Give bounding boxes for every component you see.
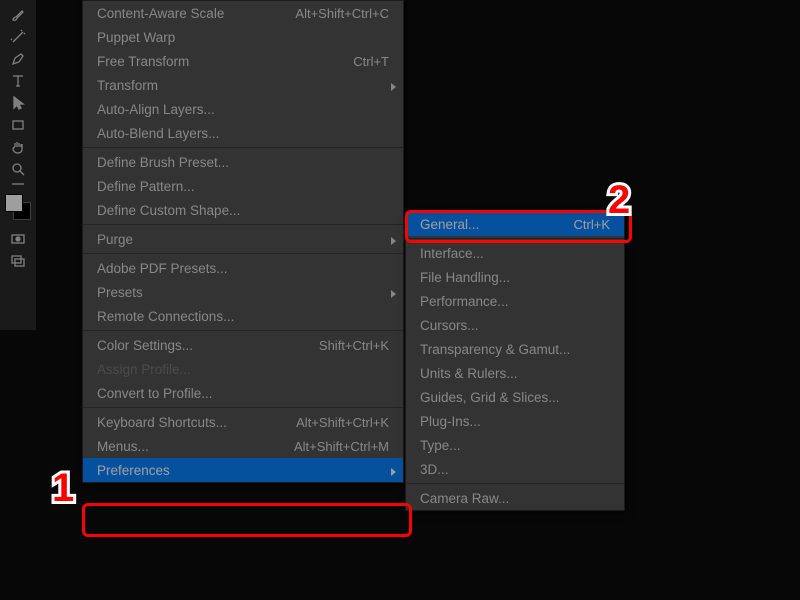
menu-item-label: Auto-Blend Layers... bbox=[97, 126, 219, 141]
divider-icon bbox=[7, 182, 29, 186]
menu-separator bbox=[83, 147, 403, 148]
menu-item-preferences[interactable]: Preferences bbox=[83, 458, 403, 482]
menu-item-label: Type... bbox=[420, 438, 461, 453]
menu-separator bbox=[83, 224, 403, 225]
menu-item-label: Auto-Align Layers... bbox=[97, 102, 215, 117]
menu-item-label: 3D... bbox=[420, 462, 449, 477]
menu-separator bbox=[83, 407, 403, 408]
menu-separator bbox=[406, 238, 624, 239]
preferences-submenu: General... Ctrl+K Interface... File Handlin… bbox=[405, 211, 625, 511]
menu-item-label: Presets bbox=[97, 285, 143, 300]
menu-item-keyboard-shortcuts[interactable]: Keyboard Shortcuts... Alt+Shift+Ctrl+K bbox=[83, 410, 403, 434]
brush-icon[interactable] bbox=[7, 6, 29, 24]
menu-item-define-pattern[interactable]: Define Pattern... bbox=[83, 174, 403, 198]
menu-item-remote-connections[interactable]: Remote Connections... bbox=[83, 304, 403, 328]
menu-item-shortcut: Ctrl+T bbox=[353, 54, 389, 69]
submenu-chevron-icon bbox=[390, 234, 397, 249]
pref-item-transparency-gamut[interactable]: Transparency & Gamut... bbox=[406, 337, 624, 361]
rectangle-icon[interactable] bbox=[7, 116, 29, 134]
pref-item-performance[interactable]: Performance... bbox=[406, 289, 624, 313]
menu-item-shortcut: Alt+Shift+Ctrl+M bbox=[294, 439, 389, 454]
menu-item-label: Content-Aware Scale bbox=[97, 6, 224, 21]
menu-item-define-brush-preset[interactable]: Define Brush Preset... bbox=[83, 150, 403, 174]
pref-item-plug-ins[interactable]: Plug-Ins... bbox=[406, 409, 624, 433]
menu-item-label: Camera Raw... bbox=[420, 491, 509, 506]
menu-item-auto-blend-layers[interactable]: Auto-Blend Layers... bbox=[83, 121, 403, 145]
menu-item-label: Preferences bbox=[97, 463, 170, 478]
menu-item-label: Convert to Profile... bbox=[97, 386, 213, 401]
menu-item-shortcut: Shift+Ctrl+K bbox=[319, 338, 389, 353]
menu-item-puppet-warp[interactable]: Puppet Warp bbox=[83, 25, 403, 49]
menu-item-label: Define Pattern... bbox=[97, 179, 195, 194]
menu-item-label: Units & Rulers... bbox=[420, 366, 518, 381]
menu-item-label: Menus... bbox=[97, 439, 149, 454]
pref-item-interface[interactable]: Interface... bbox=[406, 241, 624, 265]
annotation-number-1: 1 1 bbox=[52, 468, 74, 508]
menu-item-content-aware-scale[interactable]: Content-Aware Scale Alt+Shift+Ctrl+C bbox=[83, 1, 403, 25]
pref-item-camera-raw[interactable]: Camera Raw... bbox=[406, 486, 624, 510]
annotation-box-1 bbox=[82, 503, 412, 537]
menu-item-assign-profile[interactable]: Assign Profile... bbox=[83, 357, 403, 381]
submenu-chevron-icon bbox=[390, 80, 397, 95]
menu-separator bbox=[83, 253, 403, 254]
menu-item-label: Assign Profile... bbox=[97, 362, 191, 377]
menu-item-shortcut: Ctrl+K bbox=[574, 217, 610, 232]
menu-item-label: Free Transform bbox=[97, 54, 189, 69]
pref-item-guides-grid-slices[interactable]: Guides, Grid & Slices... bbox=[406, 385, 624, 409]
wand-icon[interactable] bbox=[7, 28, 29, 46]
submenu-chevron-icon bbox=[390, 287, 397, 302]
pref-item-file-handling[interactable]: File Handling... bbox=[406, 265, 624, 289]
type-icon[interactable] bbox=[7, 72, 29, 90]
menu-item-label: General... bbox=[420, 217, 479, 232]
menu-item-transform[interactable]: Transform bbox=[83, 73, 403, 97]
menu-separator bbox=[83, 330, 403, 331]
menu-item-label: Color Settings... bbox=[97, 338, 193, 353]
pref-item-units-rulers[interactable]: Units & Rulers... bbox=[406, 361, 624, 385]
menu-item-label: Plug-Ins... bbox=[420, 414, 481, 429]
menu-item-label: Transform bbox=[97, 78, 158, 93]
menu-item-purge[interactable]: Purge bbox=[83, 227, 403, 251]
pref-item-cursors[interactable]: Cursors... bbox=[406, 313, 624, 337]
foreground-color-swatch[interactable] bbox=[5, 194, 23, 212]
pref-item-type[interactable]: Type... bbox=[406, 433, 624, 457]
menu-item-define-custom-shape[interactable]: Define Custom Shape... bbox=[83, 198, 403, 222]
edit-menu: Content-Aware Scale Alt+Shift+Ctrl+C Puppe… bbox=[82, 0, 404, 483]
menu-item-label: Keyboard Shortcuts... bbox=[97, 415, 227, 430]
menu-item-label: Remote Connections... bbox=[97, 309, 234, 324]
pref-item-general[interactable]: General... Ctrl+K bbox=[406, 212, 624, 236]
quickmask-icon[interactable] bbox=[7, 230, 29, 248]
menu-item-convert-to-profile[interactable]: Convert to Profile... bbox=[83, 381, 403, 405]
menu-item-label: File Handling... bbox=[420, 270, 510, 285]
menu-item-label: Puppet Warp bbox=[97, 30, 175, 45]
menu-item-label: Adobe PDF Presets... bbox=[97, 261, 228, 276]
path-select-icon[interactable] bbox=[7, 94, 29, 112]
menu-item-presets[interactable]: Presets bbox=[83, 280, 403, 304]
pref-item-3d[interactable]: 3D... bbox=[406, 457, 624, 481]
menu-item-label: Define Custom Shape... bbox=[97, 203, 240, 218]
screenmode-icon[interactable] bbox=[7, 252, 29, 270]
foreground-background-swatch[interactable] bbox=[5, 194, 31, 220]
menu-item-label: Define Brush Preset... bbox=[97, 155, 229, 170]
menu-item-color-settings[interactable]: Color Settings... Shift+Ctrl+K bbox=[83, 333, 403, 357]
menu-item-shortcut: Alt+Shift+Ctrl+C bbox=[295, 6, 389, 21]
hand-icon[interactable] bbox=[7, 138, 29, 156]
menu-item-adobe-pdf-presets[interactable]: Adobe PDF Presets... bbox=[83, 256, 403, 280]
menu-item-free-transform[interactable]: Free Transform Ctrl+T bbox=[83, 49, 403, 73]
menu-item-label: Purge bbox=[97, 232, 133, 247]
menu-item-label: Performance... bbox=[420, 294, 509, 309]
menu-separator bbox=[406, 483, 624, 484]
menu-item-label: Guides, Grid & Slices... bbox=[420, 390, 560, 405]
menu-item-label: Interface... bbox=[420, 246, 484, 261]
pen-icon[interactable] bbox=[7, 50, 29, 68]
menu-item-shortcut: Alt+Shift+Ctrl+K bbox=[296, 415, 389, 430]
menu-item-label: Cursors... bbox=[420, 318, 479, 333]
submenu-chevron-icon bbox=[390, 465, 397, 480]
menu-item-label: Transparency & Gamut... bbox=[420, 342, 570, 357]
menu-item-menus[interactable]: Menus... Alt+Shift+Ctrl+M bbox=[83, 434, 403, 458]
menu-item-auto-align-layers[interactable]: Auto-Align Layers... bbox=[83, 97, 403, 121]
toolbox bbox=[0, 0, 36, 330]
